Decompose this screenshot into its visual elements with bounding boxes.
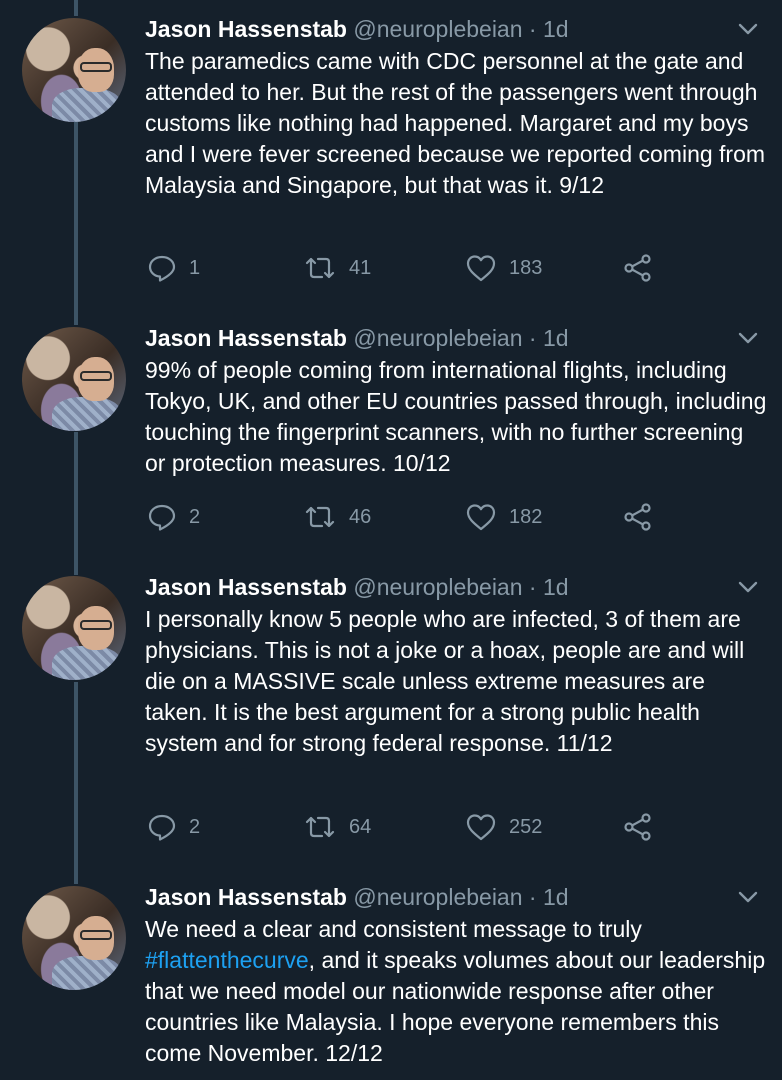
chevron-down-icon[interactable] xyxy=(736,327,760,349)
like-button[interactable]: 182 xyxy=(465,501,542,533)
heart-icon xyxy=(466,255,496,282)
heart-icon xyxy=(466,814,496,841)
tweet-header: Jason Hassenstab @neuroplebeian · 1d xyxy=(145,323,569,353)
reply-button[interactable]: 2 xyxy=(147,811,200,843)
tweet-actions: 2 64 252 xyxy=(145,811,665,851)
tweet-text: 99% of people coming from international … xyxy=(145,357,767,476)
like-button[interactable]: 252 xyxy=(465,811,542,843)
separator: · xyxy=(528,884,537,910)
share-button[interactable] xyxy=(623,252,653,284)
author-handle[interactable]: @neuroplebeian xyxy=(353,16,522,42)
chevron-down-icon[interactable] xyxy=(736,576,760,598)
thread-line-top xyxy=(74,0,78,16)
reply-count: 1 xyxy=(189,256,201,279)
like-count: 252 xyxy=(509,815,543,838)
tweet-text: The paramedics came with CDC personnel a… xyxy=(145,48,766,198)
timestamp[interactable]: 1d xyxy=(543,325,569,351)
separator: · xyxy=(528,325,537,351)
retweet-count: 64 xyxy=(349,815,372,838)
tweet-header: Jason Hassenstab @neuroplebeian · 1d xyxy=(145,14,569,44)
retweet-button[interactable]: 41 xyxy=(303,252,371,284)
hashtag-link[interactable]: #flattenthecurve xyxy=(145,947,309,973)
retweet-icon xyxy=(305,257,335,279)
share-button[interactable] xyxy=(623,501,653,533)
chevron-down-icon[interactable] xyxy=(736,18,760,40)
avatar[interactable] xyxy=(22,327,126,431)
author-name[interactable]: Jason Hassenstab xyxy=(145,16,347,42)
retweet-icon xyxy=(305,506,335,528)
avatar[interactable] xyxy=(22,18,126,122)
timestamp[interactable]: 1d xyxy=(543,574,569,600)
reply-icon xyxy=(148,255,176,282)
reply-count: 2 xyxy=(189,505,201,528)
chevron-down-icon[interactable] xyxy=(736,886,760,908)
timestamp[interactable]: 1d xyxy=(543,884,569,910)
share-button[interactable] xyxy=(623,811,653,843)
retweet-icon xyxy=(305,816,335,838)
reply-icon xyxy=(148,814,176,841)
author-handle[interactable]: @neuroplebeian xyxy=(353,884,522,910)
heart-icon xyxy=(466,504,496,531)
author-name[interactable]: Jason Hassenstab xyxy=(145,884,347,910)
retweet-button[interactable]: 64 xyxy=(303,811,371,843)
separator: · xyxy=(528,16,537,42)
share-icon xyxy=(624,813,651,841)
retweet-button[interactable]: 46 xyxy=(303,501,371,533)
avatar[interactable] xyxy=(22,576,126,680)
share-icon xyxy=(624,254,651,282)
like-count: 183 xyxy=(509,256,543,279)
like-button[interactable]: 183 xyxy=(465,252,542,284)
tweet-actions: 1 41 183 xyxy=(145,252,665,292)
tweet-text-part: We need a clear and consistent message t… xyxy=(145,916,642,942)
tweet-header: Jason Hassenstab @neuroplebeian · 1d xyxy=(145,572,569,602)
like-count: 182 xyxy=(509,505,543,528)
author-handle[interactable]: @neuroplebeian xyxy=(353,325,522,351)
thread-line xyxy=(74,432,78,575)
reply-button[interactable]: 2 xyxy=(147,501,200,533)
reply-button[interactable]: 1 xyxy=(147,252,200,284)
reply-count: 2 xyxy=(189,815,201,838)
retweet-count: 46 xyxy=(349,505,372,528)
timestamp[interactable]: 1d xyxy=(543,16,569,42)
tweet-text: We need a clear and consistent message t… xyxy=(145,914,770,1069)
thread-line xyxy=(74,122,78,325)
thread-line xyxy=(74,682,78,884)
retweet-count: 41 xyxy=(349,256,372,279)
tweet-text: I personally know 5 people who are infec… xyxy=(145,606,745,756)
avatar[interactable] xyxy=(22,886,126,990)
author-handle[interactable]: @neuroplebeian xyxy=(353,574,522,600)
tweet-actions: 2 46 182 xyxy=(145,501,665,541)
author-name[interactable]: Jason Hassenstab xyxy=(145,325,347,351)
share-icon xyxy=(624,503,651,531)
separator: · xyxy=(528,574,537,600)
tweet-header: Jason Hassenstab @neuroplebeian · 1d xyxy=(145,882,569,912)
reply-icon xyxy=(148,504,176,531)
author-name[interactable]: Jason Hassenstab xyxy=(145,574,347,600)
